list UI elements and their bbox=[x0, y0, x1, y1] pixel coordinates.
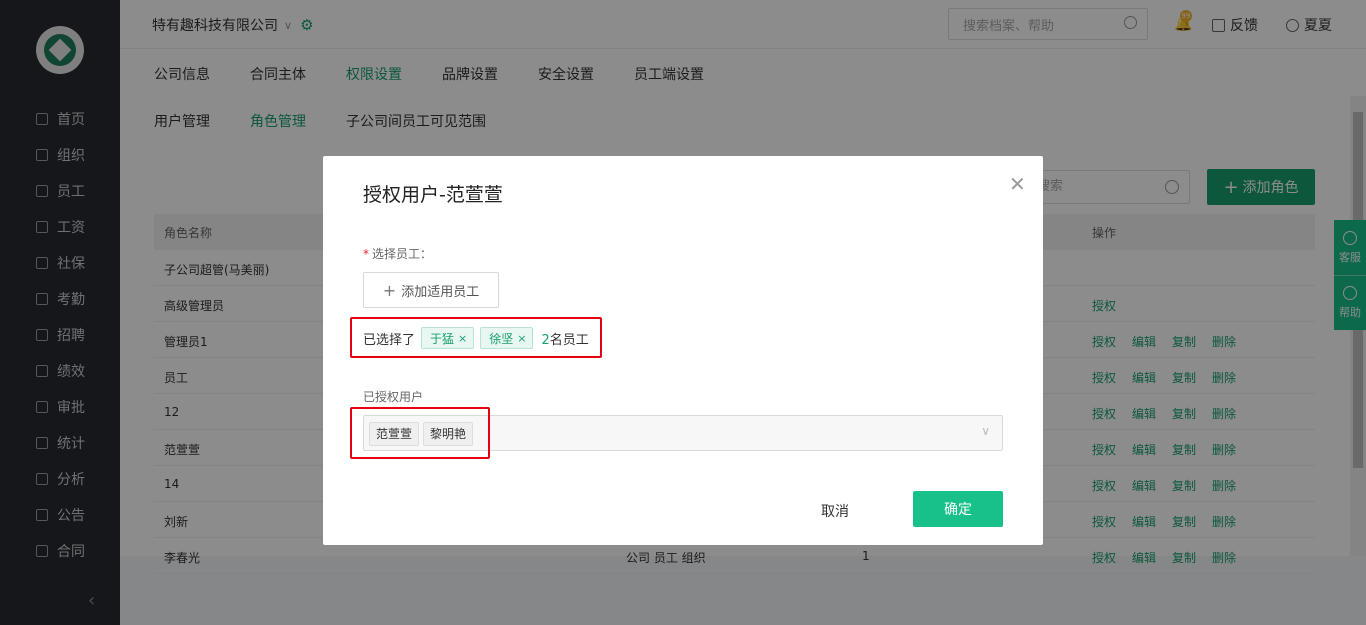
authorized-users-label: 已授权用户 bbox=[363, 390, 424, 404]
modal-title: 授权用户-范萱萱 bbox=[363, 184, 503, 206]
close-icon[interactable]: ✕ bbox=[1009, 172, 1026, 196]
highlight-selected-employees bbox=[350, 317, 602, 358]
select-employee-label-text: 选择员工： bbox=[372, 247, 433, 261]
cancel-button[interactable]: 取消 bbox=[821, 501, 849, 521]
highlight-authorized-users bbox=[350, 407, 490, 459]
required-mark: * bbox=[363, 247, 369, 261]
plus-icon: + bbox=[382, 280, 397, 300]
add-employee-button[interactable]: + 添加适用员工 bbox=[363, 272, 499, 308]
add-employee-label: 添加适用员工 bbox=[401, 284, 480, 300]
confirm-button[interactable]: 确定 bbox=[913, 491, 1003, 527]
select-employee-label: * 选择员工： bbox=[363, 245, 432, 262]
chevron-down-icon: ∨ bbox=[981, 424, 990, 438]
